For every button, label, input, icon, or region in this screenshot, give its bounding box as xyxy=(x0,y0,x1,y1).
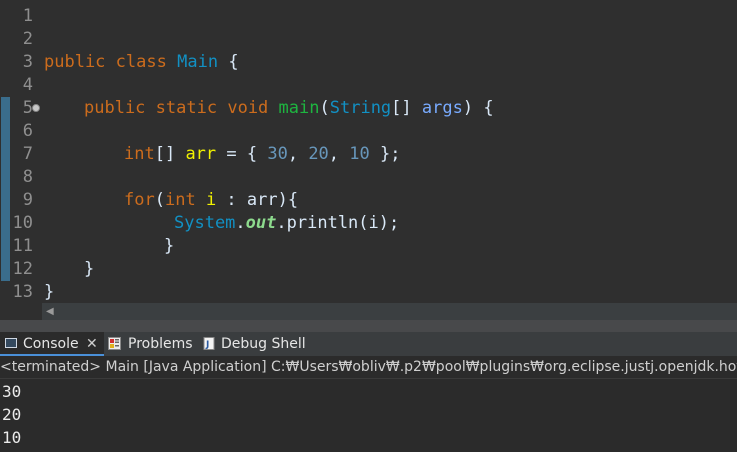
code-token: for xyxy=(124,190,155,210)
svg-text:J: J xyxy=(205,340,209,350)
console-output-line: 10 xyxy=(2,428,22,447)
code-token: ( xyxy=(319,98,330,118)
tab-label: Problems xyxy=(128,336,193,352)
tab-label: Console xyxy=(23,336,79,352)
code-token: = { xyxy=(216,144,268,164)
line-number: 1 xyxy=(22,6,33,26)
console-icon xyxy=(5,338,17,348)
code-token: public xyxy=(44,52,106,72)
scroll-left-arrow-icon[interactable]: ◀ xyxy=(46,306,54,317)
code-token: main xyxy=(278,98,320,118)
code-token: . xyxy=(276,213,287,233)
line-number-gutter: 1 2 3 4 5 6 7 8 9 10 11 12 13 xyxy=(0,0,42,303)
code-token: String xyxy=(329,98,392,118)
code-token: public xyxy=(84,98,146,118)
code-token: ) { xyxy=(462,98,494,118)
console-status-line: <terminated> Main [Java Application] C:₩… xyxy=(0,356,737,379)
problems-icon xyxy=(108,337,121,350)
code-token: i xyxy=(205,190,217,210)
line-number: 12 xyxy=(12,259,33,279)
line-number: 8 xyxy=(22,167,33,187)
line-number: 11 xyxy=(12,236,33,256)
close-icon[interactable]: ✕ xyxy=(86,332,98,356)
code-token: ( xyxy=(154,190,165,210)
code-token: , xyxy=(287,144,309,164)
line-number: 4 xyxy=(22,75,33,95)
code-line-3: public class Main { xyxy=(44,51,239,74)
panel-divider[interactable] xyxy=(0,320,737,332)
code-line-9: for(int i : arr){ xyxy=(124,189,298,212)
code-token: , xyxy=(328,144,350,164)
code-token: args xyxy=(421,98,463,118)
line-number: 6 xyxy=(22,121,33,141)
code-token: static xyxy=(155,98,218,118)
line-number: 10 xyxy=(12,213,33,233)
code-token: Main xyxy=(177,52,219,72)
code-token: }; xyxy=(369,144,401,164)
line-number: 7 xyxy=(22,144,33,164)
code-token: . xyxy=(235,213,246,233)
tab-label: Debug Shell xyxy=(221,336,306,352)
bottom-panel-tabbar: Console ✕ Problems J Debug Shell xyxy=(0,332,737,356)
code-line-5: public static void main(String[] args) { xyxy=(84,97,494,120)
code-line-12: } xyxy=(84,258,94,281)
tab-console[interactable]: Console ✕ xyxy=(0,332,104,356)
code-token: } xyxy=(44,282,55,302)
code-token: int xyxy=(164,190,196,210)
console-output[interactable]: 30 20 10 xyxy=(0,379,737,452)
line-number: 3 xyxy=(22,52,33,72)
code-token: void xyxy=(227,98,269,118)
code-token: int xyxy=(124,144,155,164)
code-token: 10 xyxy=(349,144,370,164)
debug-shell-icon: J xyxy=(203,337,215,350)
console-output-line: 30 xyxy=(2,382,22,401)
line-number: 9 xyxy=(22,190,33,210)
code-token: println(i); xyxy=(286,213,400,233)
line-number: 5 xyxy=(22,98,33,118)
code-line-11: } xyxy=(164,235,174,258)
code-line-7: int[] arr = { 30, 20, 10 }; xyxy=(124,143,400,166)
code-editor[interactable]: 1 2 3 4 5 6 7 8 9 10 11 12 13 public cla… xyxy=(0,0,737,303)
code-token: class xyxy=(115,52,167,72)
fold-collapse-icon[interactable] xyxy=(32,104,40,112)
code-token: System xyxy=(174,213,236,233)
code-token: [] xyxy=(154,144,186,164)
code-token: : arr){ xyxy=(216,190,299,210)
scroll-corner xyxy=(0,303,42,320)
code-token: { xyxy=(228,52,239,72)
code-token: } xyxy=(164,236,175,256)
code-token: [] xyxy=(391,98,422,118)
code-token: } xyxy=(84,259,95,279)
line-number: 2 xyxy=(22,29,33,49)
code-line-10: System.out.println(i); xyxy=(174,212,399,235)
code-token: 30 xyxy=(267,144,288,164)
code-line-13: } xyxy=(44,281,54,303)
code-token: out xyxy=(245,213,277,233)
console-output-line: 20 xyxy=(2,405,22,424)
horizontal-scrollbar[interactable]: ◀ xyxy=(42,303,737,320)
code-token: arr xyxy=(185,144,217,164)
line-number: 13 xyxy=(12,282,33,302)
code-token: 20 xyxy=(308,144,329,164)
